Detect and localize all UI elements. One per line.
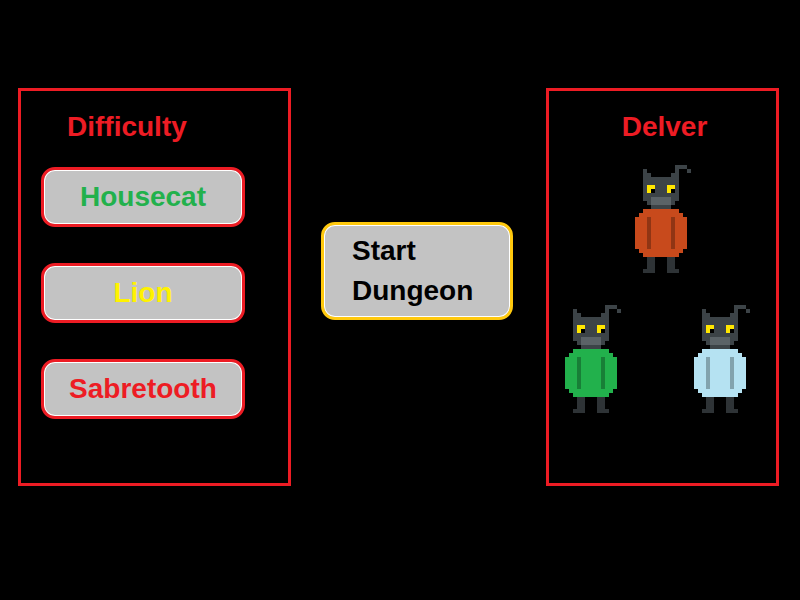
delver-grid (563, 165, 766, 413)
difficulty-button[interactable]: Lion (41, 263, 245, 323)
menu-screen: Difficulty Housecat Lion Sabretooth Start … (0, 0, 800, 600)
difficulty-list: Housecat Lion Sabretooth (41, 167, 288, 419)
difficulty-button[interactable]: Housecat (41, 167, 245, 227)
difficulty-label: Sabretooth (69, 373, 217, 404)
delver-row (563, 305, 766, 413)
cat-delver-icon[interactable] (635, 165, 695, 273)
difficulty-label: Lion (113, 277, 172, 308)
delver-row (563, 165, 766, 273)
difficulty-button[interactable]: Sabretooth (41, 359, 245, 419)
delver-panel: Delver (546, 88, 779, 486)
difficulty-label: Housecat (80, 181, 206, 212)
start-dungeon-button[interactable]: Start Dungeon (321, 222, 513, 320)
difficulty-title: Difficulty (41, 109, 288, 145)
delver-title: Delver (563, 109, 766, 145)
difficulty-panel: Difficulty Housecat Lion Sabretooth (18, 88, 291, 486)
cat-delver-icon[interactable] (694, 305, 754, 413)
cat-delver-icon[interactable] (565, 305, 625, 413)
